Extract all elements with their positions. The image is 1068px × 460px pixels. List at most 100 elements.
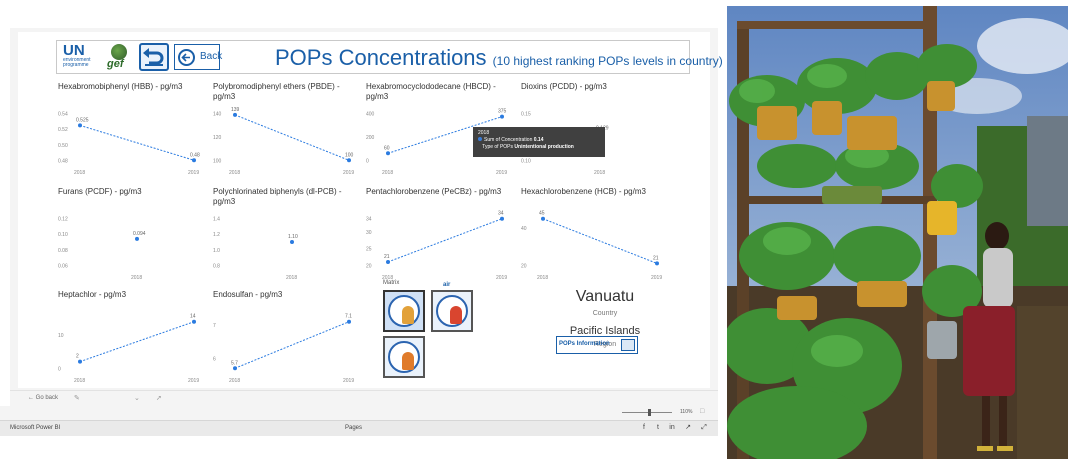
data-point [233,366,237,371]
matrix-tile-water[interactable] [383,336,425,378]
data-label: 45 [539,211,545,217]
country-name: Vanuatu [575,288,635,305]
back-arrow-button[interactable] [139,43,169,71]
chart-card[interactable]: Furans (PCDF) - pg/m3 0.12 0.10 0.08 0.06 201… [58,187,206,283]
status-bar: Microsoft Power BI Pages f t in ↗ ⤢ [0,420,718,436]
y-tick-label: 100 [213,158,222,164]
fullscreen-icon[interactable]: ⤢ [700,424,708,432]
linkedin-icon[interactable]: in [668,424,676,432]
zoom-slider[interactable] [622,412,672,413]
twitter-icon[interactable]: t [654,424,662,432]
un-environment-logo: UN environment programme [63,43,101,72]
chart-card[interactable]: Heptachlor - pg/m3 10 0 2018 2019 2 14 [58,290,206,386]
y-tick-label: 25 [366,247,372,253]
share-icon[interactable]: ↗ [684,424,692,432]
arrow-left-circle-icon [178,49,195,66]
fit-to-page-icon[interactable]: □ [700,408,704,415]
chevron-down-icon[interactable]: ⌄ [134,394,140,402]
y-tick-label: 0.48 [58,158,68,164]
y-tick-label: 0.08 [58,248,68,254]
data-label: 1.10 [288,234,298,240]
go-back-label: Go back [35,395,59,401]
chart-title: Furans (PCDF) - pg/m3 [58,187,142,196]
data-label: 0.094 [133,231,146,237]
series-line [79,321,195,363]
chart-card[interactable]: Polybromodiphenyl ethers (PBDE) - pg/m3 1… [213,82,361,178]
zoom-level: 110% [680,409,693,415]
back-button[interactable]: Back [174,44,223,70]
y-tick-label: 34 [366,217,372,223]
chart-card[interactable]: Hexachlorobenzene (HCB) - pg/m3 40 20 2018 2… [521,187,669,283]
data-point [386,259,390,264]
x-tick-label: 2019 [343,170,354,176]
page-title-text: POPs Concentrations [275,45,487,70]
air-label: air [443,282,451,288]
chart-title: Dioxins (PCDD) - pg/m3 [521,82,607,91]
back-button-label: Back [200,51,223,62]
go-back-button[interactable]: ← Go back [28,395,58,401]
power-bi-window: UN environment programme gef Back POPs C… [0,0,723,460]
x-tick-label: 2018 [229,378,240,384]
report-page: UN environment programme gef Back POPs C… [18,32,723,388]
community-garden-photo [727,6,1068,459]
pops-information-button[interactable]: POPs Information [556,336,638,354]
chart-card[interactable]: Pentachlorobenzene (PeCBz) - pg/m3 34 30 25… [366,187,514,283]
x-tick-label: 2018 [286,275,297,281]
gef-logo: gef [103,44,133,72]
y-tick-label: 20 [366,263,372,269]
x-tick-label: 2018 [382,170,393,176]
y-tick-label: 6 [213,356,216,362]
series-line [79,124,195,161]
y-tick-label: 0.52 [58,127,68,133]
data-point [386,151,390,156]
data-point [192,319,196,324]
x-tick-label: 2019 [188,378,199,384]
matrix-tile-human-milk[interactable] [383,290,425,332]
y-tick-label: 0.8 [213,263,220,269]
data-point [290,240,294,244]
y-tick-label: 1.2 [213,232,220,238]
y-tick-label: 20 [521,263,527,269]
x-tick-label: 2019 [651,275,662,281]
chart-card[interactable]: Polychlorinated biphenyls (dl-PCB) - pg/… [213,187,361,283]
x-tick-label: 2019 [343,378,354,384]
data-label: 21 [653,255,659,261]
x-tick-label: 2018 [594,170,605,176]
series-line [234,321,350,369]
chart-title: Polychlorinated biphenyls (dl-PCB) - pg/… [213,187,342,206]
matrix-tile-air[interactable] [431,290,473,332]
expand-icon[interactable]: ➚ [156,394,162,402]
line-chart: 140 120 100 2018 2019 139 100 [213,107,354,176]
u-turn-arrow-icon [143,48,164,66]
matrix-label: Matrix [383,280,400,286]
chart-card[interactable]: Hexabromobiphenyl (HBB) - pg/m3 0.54 0.52 0… [58,82,206,178]
y-tick-label: 0.10 [521,158,531,164]
facebook-icon[interactable]: f [640,424,648,432]
x-tick-label: 2019 [496,275,507,281]
pages-navigator[interactable]: Pages [345,425,362,431]
data-point [500,114,504,119]
y-tick-label: 0.50 [58,143,68,149]
comment-icon[interactable]: ✎ [74,394,80,402]
chart-card[interactable]: Endosulfan - pg/m3 7 6 2018 2019 5.7 7.1 [213,290,361,386]
data-label: 60 [384,145,390,151]
data-label: 0.525 [76,117,89,123]
y-tick-label: 1.4 [213,217,220,223]
line-chart: 0.54 0.52 0.50 0.48 2018 2019 0.525 0.48 [58,112,200,176]
line-chart: 1.4 1.2 1.0 0.8 2018 1.10 [213,217,298,281]
x-tick-label: 2018 [229,170,240,176]
tooltip-row2-val: Unintentional production [514,144,574,150]
country-caption: Country [592,310,618,317]
y-tick-label: 1.0 [213,248,220,254]
header-bar: UN environment programme gef Back POPs C… [56,40,723,74]
zoom-bar: 110% □ [0,406,718,420]
zoom-slider-handle[interactable] [648,409,651,416]
y-tick-label: 10 [58,333,64,339]
data-label: 34 [498,211,504,217]
un-logo-sub2: programme [63,62,89,68]
data-point [500,216,504,221]
series-dot-icon [478,137,482,141]
data-point [541,216,545,221]
x-tick-label: 2018 [74,170,85,176]
line-chart: 10 0 2018 2019 2 14 [58,314,199,384]
